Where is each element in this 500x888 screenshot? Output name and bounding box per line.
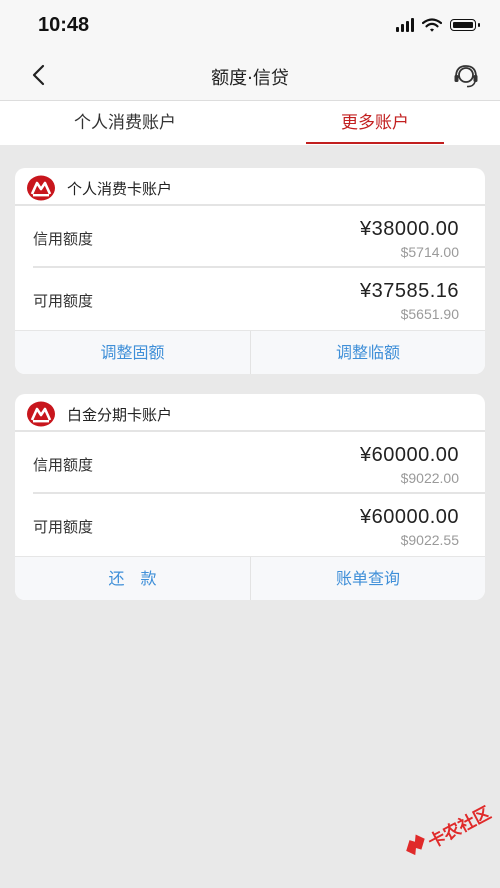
card-title: 个人消费卡账户: [67, 180, 173, 198]
battery-icon: [450, 19, 480, 31]
nav-bar: 额度·信贷: [0, 50, 500, 100]
row-label: 信用额度: [33, 456, 94, 474]
row-label: 可用额度: [33, 518, 94, 536]
bill-query-button[interactable]: 账单查询: [250, 557, 485, 600]
adjust-fixed-limit-button[interactable]: 调整固额: [15, 331, 250, 374]
wifi-icon: [422, 17, 442, 32]
usd-amount: $9022.55: [400, 532, 459, 548]
bank-logo-icon: [27, 175, 55, 201]
status-time: 10:48: [38, 14, 90, 36]
adjust-temp-limit-button[interactable]: 调整临额: [250, 331, 485, 374]
available-limit-row: 可用额度 ¥60000.00 $9022.55: [15, 494, 485, 554]
cny-amount: ¥60000.00: [359, 506, 459, 528]
usd-amount: $5651.90: [400, 306, 459, 322]
card-header: 白金分期卡账户: [15, 394, 485, 432]
card-actions: 调整固额 调整临额: [15, 330, 485, 374]
tab-more-accounts[interactable]: 更多账户: [250, 101, 500, 145]
account-card-personal: 个人消费卡账户 信用额度 ¥38000.00 $5714.00 可用额度 ¥37…: [15, 168, 485, 374]
usd-amount: $9022.00: [400, 470, 459, 486]
status-bar: 10:48: [0, 0, 500, 50]
repay-button[interactable]: 还 款: [15, 557, 250, 600]
page-title: 额度·信贷: [211, 68, 289, 89]
available-limit-row: 可用额度 ¥37585.16 $5651.90: [15, 268, 485, 328]
watermark-logo: 卡农社区: [406, 802, 495, 856]
row-label: 可用额度: [33, 292, 94, 310]
credit-limit-row: 信用额度 ¥60000.00 $9022.00: [15, 432, 485, 492]
card-header: 个人消费卡账户: [15, 168, 485, 206]
card-actions: 还 款 账单查询: [15, 556, 485, 600]
usd-amount: $5714.00: [400, 244, 459, 260]
account-card-platinum: 白金分期卡账户 信用额度 ¥60000.00 $9022.00 可用额度 ¥60…: [15, 394, 485, 600]
cny-amount: ¥60000.00: [359, 444, 459, 466]
active-tab-indicator: [306, 142, 444, 144]
signal-icon: [396, 18, 414, 32]
bank-logo-icon: [27, 401, 55, 427]
header-area: 10:48 额度·信贷: [0, 0, 500, 100]
credit-limit-row: 信用额度 ¥38000.00 $5714.00: [15, 206, 485, 266]
card-title: 白金分期卡账户: [67, 406, 173, 424]
cny-amount: ¥38000.00: [359, 218, 459, 240]
row-label: 信用额度: [33, 230, 94, 248]
customer-service-icon[interactable]: [452, 62, 480, 90]
account-tabs: 个人消费账户 更多账户: [0, 100, 500, 145]
tab-personal-consumption[interactable]: 个人消费账户: [0, 101, 250, 145]
watermark-text: 卡农社区: [425, 802, 495, 852]
cny-amount: ¥37585.16: [359, 280, 459, 302]
status-icons: [396, 16, 480, 34]
